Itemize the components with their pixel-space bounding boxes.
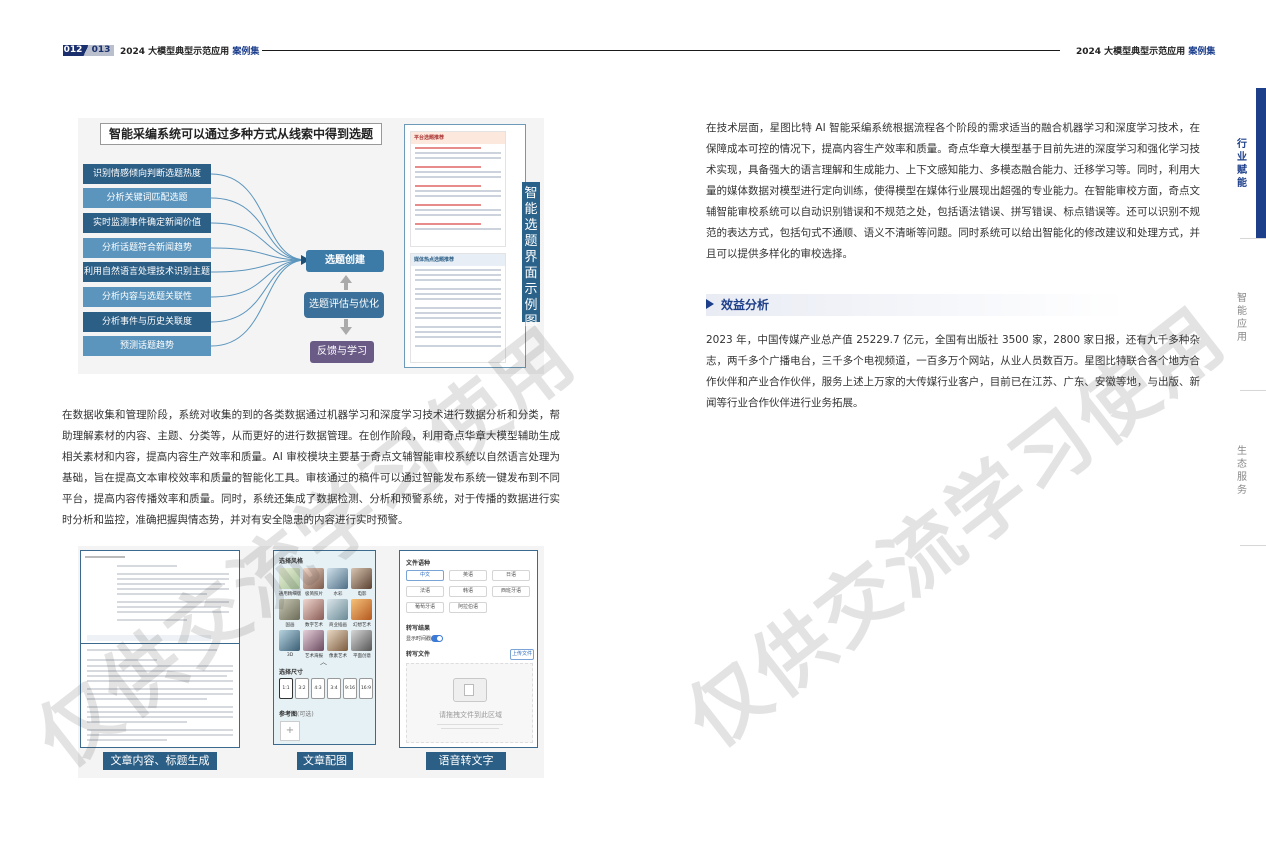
style-caption: 商业插画 xyxy=(329,623,347,628)
diagram-source-item: 分析关键词匹配选题 xyxy=(83,188,211,208)
style-caption: 电影 xyxy=(357,592,367,597)
style-caption: 幻想艺术 xyxy=(353,623,371,628)
lang-option[interactable]: 韩语 xyxy=(449,586,487,597)
header-title-right-main: 2024 大模型典型示范应用 xyxy=(1076,47,1186,57)
diagram-source-item: 利用自然语言处理技术识别主题 xyxy=(83,262,211,282)
upload-file-button[interactable]: 上传文件 xyxy=(510,649,534,660)
style-caption: 平面创意 xyxy=(353,654,371,659)
lang-option[interactable]: 西班牙语 xyxy=(492,586,530,597)
style-thumb[interactable] xyxy=(327,599,348,620)
speech-to-text-screenshot: 文件语种 中文 英语 日语 法语 韩语 西班牙语 葡萄牙语 阿拉伯语 转写结果 … xyxy=(399,550,538,748)
topic-flow-diagram: 智能采编系统可以通过多种方式从线索中得到选题 识别情感倾向判断选题热度 分析关键… xyxy=(78,118,544,374)
side-tab-apps[interactable]: 智能应用 xyxy=(1233,292,1251,344)
add-reference-icon[interactable]: + xyxy=(280,721,300,741)
style-thumb[interactable] xyxy=(279,630,300,651)
topic-recommend-header: 平台选题推荐 xyxy=(411,132,505,144)
ratio-option[interactable]: 9:16 xyxy=(343,678,357,699)
diagram-source-item: 识别情感倾向判断选题热度 xyxy=(83,164,211,184)
side-tab-divider xyxy=(1240,390,1266,391)
ratio-option[interactable]: 1:1 xyxy=(279,678,293,699)
header-title-right: 2024 大模型典型示范应用 案例集 xyxy=(1076,44,1215,57)
ratio-option[interactable]: 16:9 xyxy=(359,678,373,699)
section-triangle-icon xyxy=(706,299,714,309)
diagram-node-feedback: 反馈与学习 xyxy=(310,341,374,363)
section-heading-benefit: 效益分析 xyxy=(721,298,770,312)
side-tab-industry[interactable]: 行业赋能 xyxy=(1233,138,1251,190)
file-language-label: 文件语种 xyxy=(406,560,431,567)
diagram-source-item: 分析内容与选题关联性 xyxy=(83,287,211,307)
header-title-left-accent: 案例集 xyxy=(232,47,260,57)
style-caption: 3D xyxy=(286,653,294,658)
diagram-source-item: 分析话题符合新闻趋势 xyxy=(83,238,211,258)
collapse-chevron-icon[interactable]: ︿ xyxy=(320,657,327,667)
style-thumb[interactable] xyxy=(351,630,372,651)
style-thumb[interactable] xyxy=(327,630,348,651)
lang-option[interactable]: 阿拉伯语 xyxy=(449,602,487,613)
size-label: 选择尺寸 xyxy=(279,669,304,676)
technology-paragraph: 在技术层面，星图比特 AI 智能采编系统根据流程各个阶段的需求适当的融合机器学习… xyxy=(706,122,1200,260)
style-thumb[interactable] xyxy=(351,599,372,620)
diagram-title: 智能采编系统可以通过多种方式从线索中得到选题 xyxy=(100,123,382,145)
diagram-connector-curves xyxy=(211,173,310,347)
topic-recommend-panel: 平台选题推荐 xyxy=(410,131,506,247)
caption-speech-to-text: 语音转文字 xyxy=(426,752,506,770)
reference-hint: (可选) xyxy=(297,711,314,718)
caption-illustration: 文章配图 xyxy=(297,752,353,770)
timestamp-toggle[interactable] xyxy=(431,635,443,642)
style-thumb[interactable] xyxy=(303,630,324,651)
style-caption: 数字艺术 xyxy=(305,623,323,628)
lang-option[interactable]: 法语 xyxy=(406,586,444,597)
lang-option-chinese[interactable]: 中文 xyxy=(406,570,444,581)
media-hot-header: 媒体热点选题推荐 xyxy=(411,254,505,266)
ratio-option[interactable]: 4:3 xyxy=(311,678,325,699)
side-tab-ecosystem[interactable]: 生态服务 xyxy=(1233,445,1251,497)
diagram-source-item: 实时监测事件确定新闻价值 xyxy=(83,213,211,233)
transcript-file-label: 转写文件 xyxy=(406,651,431,658)
header-title-left: 2024 大模型典型示范应用 案例集 xyxy=(120,44,259,57)
drop-zone-text: 请拖拽文件到此区域 xyxy=(439,711,502,719)
transcript-result-label: 转写结果 xyxy=(406,625,431,632)
timestamp-toggle-label: 显示时间戳 xyxy=(406,636,432,642)
diagram-node-topic-create: 选题创建 xyxy=(306,250,384,272)
ratio-option[interactable]: 3:2 xyxy=(295,678,309,699)
diagram-node-topic-eval: 选题评估与优化 xyxy=(304,292,384,318)
header-title-right-accent: 案例集 xyxy=(1188,47,1216,57)
side-tab-divider xyxy=(1240,238,1266,239)
page-number-right: 013 xyxy=(88,45,114,56)
diagram-source-item: 分析事件与历史关联度 xyxy=(83,312,211,332)
lang-option[interactable]: 葡萄牙语 xyxy=(406,602,444,613)
reference-label-text: 参考图 xyxy=(279,711,298,718)
reference-label: 参考图(可选) xyxy=(279,709,314,718)
side-tab-divider xyxy=(1240,545,1266,546)
file-drop-zone[interactable]: 请拖拽文件到此区域 xyxy=(406,663,533,743)
ratio-option[interactable]: 3:4 xyxy=(327,678,341,699)
header-rule xyxy=(262,50,1060,51)
side-tab-active-bar xyxy=(1256,88,1266,238)
upload-file-icon xyxy=(453,678,487,702)
header-title-left-main: 2024 大模型典型示范应用 xyxy=(120,47,230,57)
lang-option[interactable]: 日语 xyxy=(492,570,530,581)
page-number-left: 012 xyxy=(63,45,83,56)
style-caption: 像素艺术 xyxy=(329,654,347,659)
lang-option[interactable]: 英语 xyxy=(449,570,487,581)
diagram-source-item: 预测话题趋势 xyxy=(83,336,211,356)
